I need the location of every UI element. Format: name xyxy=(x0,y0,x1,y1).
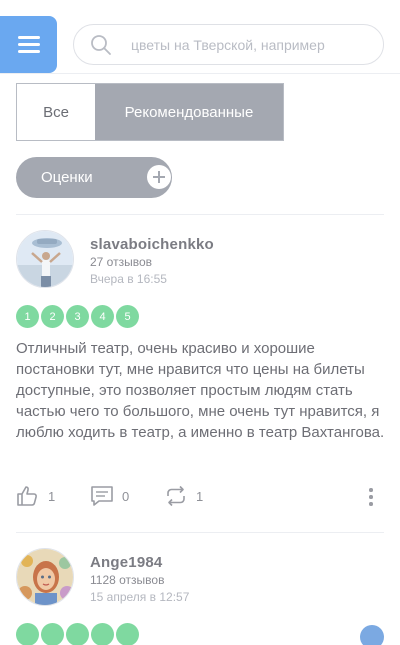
menu-icon-bar xyxy=(18,50,40,53)
tab-recommended[interactable]: Рекомендованные xyxy=(95,84,283,140)
rating-pills xyxy=(16,623,139,645)
rating-pill: 2 xyxy=(41,305,64,328)
review-date: Вчера в 16:55 xyxy=(90,272,167,286)
floating-action-button[interactable] xyxy=(360,625,384,645)
avatar-image xyxy=(17,549,73,605)
more-vertical-icon xyxy=(369,488,373,492)
username[interactable]: slavaboichenkko xyxy=(90,236,214,253)
repost-count: 1 xyxy=(196,488,204,504)
comment-icon xyxy=(91,486,113,506)
rating-pills: 1 2 3 4 5 xyxy=(16,305,139,328)
review-text: Отличный театр, очень красиво и хорошие … xyxy=(16,340,385,441)
plus-icon xyxy=(147,165,171,189)
repost-icon xyxy=(167,485,185,507)
like-button[interactable]: 1 xyxy=(16,484,55,508)
reviews-count: 27 отзывов xyxy=(90,255,153,269)
thumbs-up-icon xyxy=(17,486,37,506)
username[interactable]: Ange1984 xyxy=(90,554,162,571)
repost-button[interactable]: 1 xyxy=(164,484,203,508)
ratings-filter-button[interactable]: Оценки xyxy=(16,157,172,198)
search-icon xyxy=(91,35,111,55)
comment-button[interactable]: 0 xyxy=(90,484,129,508)
rating-pill xyxy=(16,623,39,645)
rating-pill xyxy=(91,623,114,645)
rating-pill: 4 xyxy=(91,305,114,328)
menu-icon-bar xyxy=(18,43,40,46)
tab-all[interactable]: Все xyxy=(17,84,95,140)
rating-pill: 5 xyxy=(116,305,139,328)
more-dot xyxy=(369,495,373,499)
ratings-label: Оценки xyxy=(41,169,93,186)
avatar-image xyxy=(17,231,73,287)
review-date: 15 апреля в 12:57 xyxy=(90,590,190,604)
rating-pill: 1 xyxy=(16,305,39,328)
reviews-count: 1128 отзывов xyxy=(90,573,165,587)
search-field[interactable]: цветы на Тверской, например xyxy=(73,24,384,65)
rating-pill xyxy=(66,623,89,645)
menu-button[interactable] xyxy=(0,16,57,73)
menu-icon xyxy=(18,36,40,39)
avatar[interactable] xyxy=(16,548,74,606)
divider xyxy=(16,532,384,533)
divider xyxy=(16,214,384,215)
search-placeholder: цветы на Тверской, например xyxy=(131,37,325,53)
comment-count: 0 xyxy=(122,488,130,504)
more-options-button[interactable] xyxy=(363,486,379,508)
filter-segmented-control: Все Рекомендованные xyxy=(16,83,284,141)
more-dot xyxy=(369,502,373,506)
rating-pill xyxy=(41,623,64,645)
rating-pill xyxy=(116,623,139,645)
like-count: 1 xyxy=(48,488,56,504)
top-bar: цветы на Тверской, например xyxy=(0,0,400,74)
rating-pill: 3 xyxy=(66,305,89,328)
avatar[interactable] xyxy=(16,230,74,288)
